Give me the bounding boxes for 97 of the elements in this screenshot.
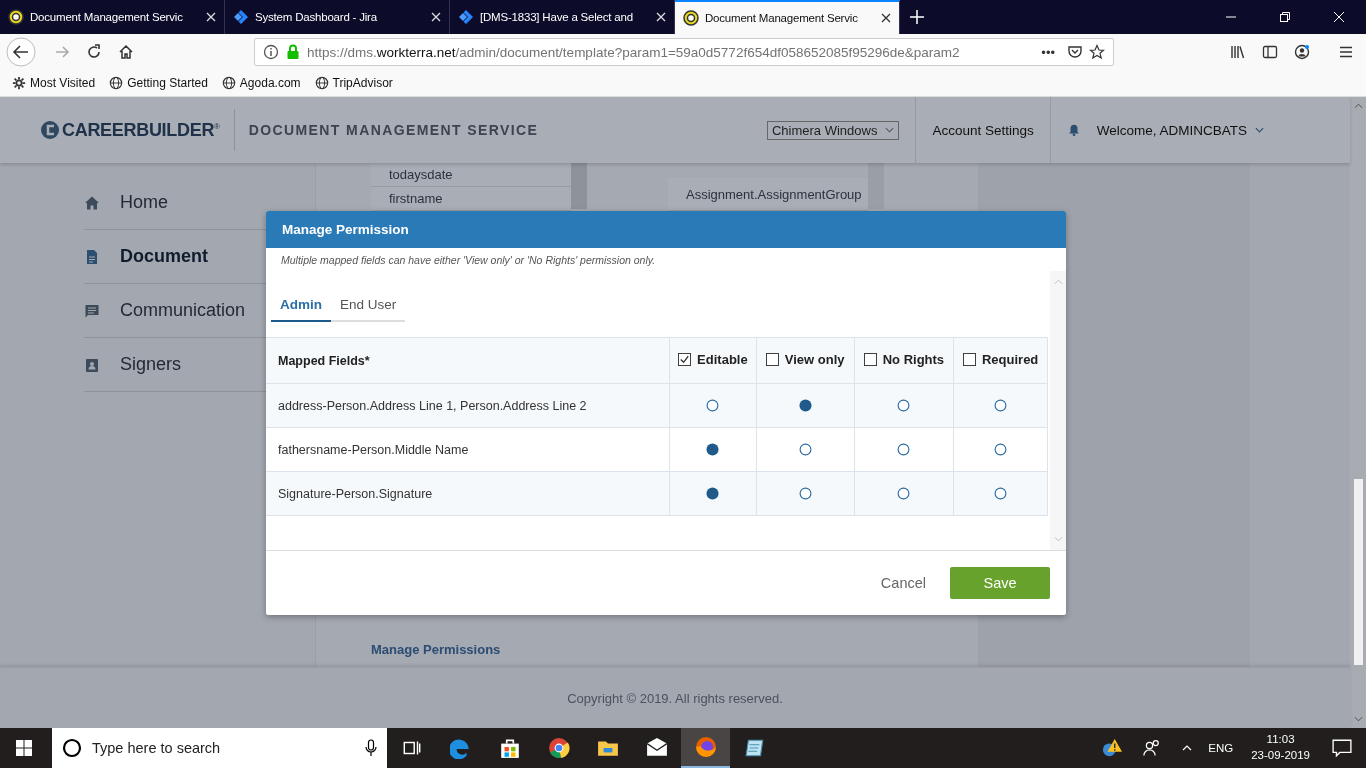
copyright-text: Copyright © 2019. All rights reserved. <box>567 690 783 706</box>
home-icon <box>84 194 100 211</box>
sidebar-item[interactable]: Signers <box>84 354 182 375</box>
jira-icon <box>233 9 249 25</box>
radio-button[interactable] <box>897 399 911 412</box>
radio-button[interactable] <box>994 399 1008 412</box>
ring-icon <box>683 10 699 26</box>
firefox-icon <box>694 736 717 758</box>
star-icon[interactable] <box>1089 44 1105 60</box>
bell-icon[interactable] <box>1066 123 1081 137</box>
table-cell: Signature-Person.Signature <box>278 486 433 501</box>
notepad-icon <box>743 737 766 759</box>
scrollbar-thumb[interactable] <box>1353 479 1363 665</box>
account-icon[interactable] <box>1294 44 1310 60</box>
microphone-icon[interactable] <box>365 739 377 757</box>
reload-icon[interactable] <box>86 44 102 60</box>
radio-button[interactable] <box>706 487 720 500</box>
lock-icon <box>285 44 301 60</box>
table-cell: fathersname-Person.Middle Name <box>278 442 469 457</box>
logo-icon <box>40 120 60 140</box>
close-icon[interactable] <box>881 13 891 23</box>
document-icon <box>84 248 100 265</box>
home-icon[interactable] <box>118 44 134 60</box>
page-actions-menu[interactable]: ••• <box>1041 44 1055 60</box>
dialog-tab[interactable]: End User <box>331 291 406 322</box>
bookmark[interactable]: Agoda.com <box>221 76 301 90</box>
address-bar[interactable]: https://dms.workterra.net/admin/document/template?param1=59a0d5772f654df058652085f95296de&param2 ••• <box>254 38 1114 66</box>
scrollbar[interactable] <box>1350 97 1366 728</box>
manage-permissions-link[interactable]: Manage Permissions <box>371 642 978 657</box>
dialog-title: Manage Permission <box>282 222 409 237</box>
column-header: Mapped Fields* <box>278 353 370 368</box>
scrollbar[interactable] <box>571 163 587 209</box>
restore-icon[interactable] <box>1280 12 1290 22</box>
caret-icon <box>1255 127 1264 133</box>
site-select[interactable]: Chimera Windows <box>766 120 900 140</box>
store-bag-icon <box>498 737 521 759</box>
circle-icon <box>62 738 82 758</box>
chrome-icon <box>547 737 570 759</box>
radio-button[interactable] <box>994 487 1008 500</box>
gear-icon <box>12 76 26 90</box>
column-header: Editable <box>697 352 748 367</box>
sidebar-item[interactable]: Document <box>84 246 208 267</box>
sidebar-icon[interactable] <box>1262 44 1278 60</box>
checkbox[interactable] <box>962 353 976 366</box>
column-header: Required <box>981 352 1039 367</box>
globe-icon <box>221 76 236 90</box>
caret-up-icon[interactable] <box>1182 745 1193 751</box>
language-indicator[interactable]: ENG <box>1208 742 1234 754</box>
browser-tab[interactable]: Document Management Servic <box>675 0 900 34</box>
column-header: View only <box>784 352 845 367</box>
chat-icon <box>84 302 100 319</box>
pocket-icon[interactable] <box>1067 44 1083 60</box>
mail-icon <box>645 737 668 759</box>
dialog-note: Multiple mapped fields can have either 'View only' or 'No Rights' permission only. <box>281 253 656 266</box>
search-bar[interactable]: Type here to search <box>52 728 387 768</box>
sidebar-item[interactable]: Communication <box>84 300 246 321</box>
id-badge-icon <box>84 356 100 373</box>
radio-button[interactable] <box>798 487 812 500</box>
user-menu[interactable]: Welcome, ADMINCBATS <box>1096 122 1264 138</box>
checkbox[interactable] <box>765 353 779 366</box>
clock[interactable]: 11:03 23-09-2019 <box>1251 732 1310 764</box>
radio-button[interactable] <box>798 399 812 412</box>
checkbox[interactable] <box>863 353 877 366</box>
warning-icon[interactable] <box>1102 738 1123 758</box>
sidebar-item[interactable]: Home <box>84 192 168 213</box>
back-icon[interactable] <box>6 37 36 67</box>
radio-button[interactable] <box>706 443 720 456</box>
checkbox[interactable] <box>678 353 692 366</box>
radio-button[interactable] <box>706 399 720 412</box>
radio-button[interactable] <box>798 443 812 456</box>
bookmark[interactable]: TripAdvisor <box>314 76 393 90</box>
ring-icon <box>8 9 24 25</box>
globe-icon <box>109 76 124 90</box>
url-text: https://dms.workterra.net/admin/document/template?param1=59a0d5772f654df058652085f95296de&param2 <box>307 44 961 60</box>
account-settings-link[interactable]: Account Settings <box>932 122 1034 138</box>
logo-text: CAREERBUILDER$^{®}$ <box>62 119 220 141</box>
radio-button[interactable] <box>897 443 911 456</box>
column-header: No Rights <box>882 352 945 367</box>
menu-icon[interactable] <box>1338 44 1354 60</box>
caret-icon <box>885 127 895 133</box>
new-tab-icon[interactable] <box>910 10 924 24</box>
globe-icon <box>314 76 329 90</box>
bookmark[interactable]: Most Visited <box>12 76 96 90</box>
info-icon[interactable] <box>263 44 279 60</box>
radio-button[interactable] <box>897 487 911 500</box>
table-cell: address-Person.Address Line 1, Person.Address Line 2 <box>278 398 587 413</box>
service-title: DOCUMENT MANAGEMENT SERVICE <box>248 122 539 138</box>
bookmark[interactable]: Getting Started <box>109 76 208 90</box>
scrollbar[interactable] <box>868 163 884 209</box>
radio-button[interactable] <box>994 443 1008 456</box>
windows-start-icon[interactable] <box>16 740 32 756</box>
notification-icon[interactable] <box>1332 738 1352 758</box>
edge-icon <box>449 737 472 759</box>
library-icon[interactable] <box>1230 44 1246 60</box>
dialog-tab[interactable]: Admin <box>271 291 331 322</box>
jira-icon <box>458 9 474 25</box>
cancel-button[interactable]: Cancel <box>876 569 930 597</box>
